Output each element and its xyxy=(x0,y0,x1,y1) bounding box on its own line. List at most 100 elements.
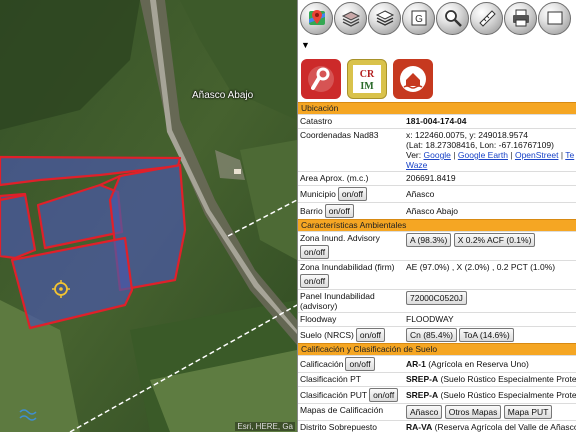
map-attribution: Esri, HERE, Ga xyxy=(235,422,295,431)
soil-toa-button[interactable]: ToA (14.6%) xyxy=(459,328,514,342)
soil-cn-button[interactable]: Cn (85.4%) xyxy=(406,328,457,342)
section-environment-header: Características Ambientales xyxy=(298,219,576,231)
layers-icon xyxy=(375,10,394,26)
municipio-value: Añasco xyxy=(406,189,435,199)
flood-zone-x-button[interactable]: X 0.2% ACF (0.1%) xyxy=(453,233,536,247)
link-google-earth[interactable]: Google Earth xyxy=(458,150,508,160)
row-distrito: Distrito Sobrepuesto RA-VA (Reserva Agrí… xyxy=(298,420,576,432)
coords-label: Coordenadas Nad83 xyxy=(300,130,379,140)
clasificacion-put-toggle-button[interactable]: on/off xyxy=(369,388,399,402)
flood-firm-value: AE (97.0%) , X (2.0%) , 0.2 PCT (1.0%) xyxy=(406,262,556,272)
row-barrio: Barrio on/off Añasco Abajo xyxy=(298,202,576,219)
globe-icon: G xyxy=(411,10,426,26)
coords-ver-label: Ver: xyxy=(406,150,422,160)
satellite-imagery xyxy=(0,0,297,432)
svg-text:G: G xyxy=(415,14,423,25)
toolbar: G xyxy=(298,0,576,36)
row-clasificacion-put: Clasificación PUT on/off SREP-A (Suelo R… xyxy=(298,386,576,403)
map-view[interactable]: Añasco Abajo Esri, HERE, Ga xyxy=(0,0,297,432)
distrito-code: RA-VA xyxy=(406,422,433,432)
clasificacion-pt-desc: (Suelo Rústico Especialmente Prote xyxy=(440,374,576,384)
soil-label: Suelo (NRCS) xyxy=(300,330,354,340)
mapa-put-button[interactable]: Mapa PUT xyxy=(503,405,553,419)
panel-value-button[interactable]: 72000C0520J xyxy=(406,291,467,305)
distrito-desc: (Reserva Agrícola del Valle de Añasco) xyxy=(434,422,576,432)
svg-text:CR: CR xyxy=(360,69,375,80)
link-te[interactable]: Te xyxy=(565,150,574,160)
flood-button[interactable] xyxy=(393,59,433,99)
street-view-icon xyxy=(308,66,334,92)
layers-button[interactable] xyxy=(368,1,401,35)
municipio-toggle-button[interactable]: on/off xyxy=(337,187,368,201)
link-google[interactable]: Google xyxy=(424,150,451,160)
flood-zone-a-button[interactable]: A (98.3%) xyxy=(406,233,452,247)
map-pin-icon xyxy=(308,10,325,25)
floodway-value: FLOODWAY xyxy=(406,314,454,324)
barrio-label: Barrio xyxy=(300,206,323,216)
google-earth-button[interactable]: G xyxy=(402,1,435,35)
svg-text:IM: IM xyxy=(360,81,374,92)
flood-firm-label: Zona Inundabilidad (firm) xyxy=(300,262,395,272)
clasificacion-put-desc: (Suelo Rústico Especialmente Prote xyxy=(440,390,576,400)
barrio-value: Añasco Abajo xyxy=(406,206,458,216)
row-coordinates: Coordenadas Nad83 x: 122460.0075, y: 249… xyxy=(298,128,576,170)
flood-firm-toggle-button[interactable]: on/off xyxy=(300,274,330,288)
row-municipio: Municipio on/off Añasco xyxy=(298,185,576,202)
ruler-icon xyxy=(478,10,496,27)
municipio-label: Municipio xyxy=(300,189,336,199)
section-location-header: Ubicación xyxy=(298,102,576,114)
link-openstreet[interactable]: OpenStreet xyxy=(515,150,558,160)
panel-label: Panel Inundabilidad (advisory) xyxy=(300,291,375,311)
mapas-label: Mapas de Calificación xyxy=(300,405,384,415)
row-catastro: Catastro 181-004-174-04 xyxy=(298,114,576,128)
row-soil: Suelo (NRCS) on/off Cn (85.4%) ToA (14.6… xyxy=(298,326,576,343)
row-flood-advisory: Zona Inund. Advisory on/off A (98.3%) X … xyxy=(298,231,576,260)
row-area: Area Aprox. (m.c.) 206691.8419 xyxy=(298,171,576,185)
catastro-value: 181-004-174-04 xyxy=(406,116,467,126)
clasificacion-pt-code: SREP-A xyxy=(406,374,439,384)
crim-logo-icon: CR IM xyxy=(353,65,381,93)
distrito-label: Distrito Sobrepuesto xyxy=(300,422,378,432)
barrio-toggle-button[interactable]: on/off xyxy=(324,204,354,218)
measure-button[interactable] xyxy=(470,1,503,35)
row-floodway: Floodway FLOODWAY xyxy=(298,312,576,326)
street-view-button[interactable] xyxy=(301,59,341,99)
row-calificacion: Calificación on/off AR-1 (Agrícola en Re… xyxy=(298,355,576,372)
search-icon xyxy=(444,10,462,27)
coords-latlon: (Lat: 18.27308416, Lon: -67.16767109) xyxy=(406,140,554,150)
print-button[interactable] xyxy=(504,1,537,35)
link-waze[interactable]: Waze xyxy=(406,160,427,170)
section-zoning-header: Calificación y Clasificación de Suelo xyxy=(298,343,576,355)
quick-actions: CR IM xyxy=(298,56,576,102)
row-mapas: Mapas de Calificación Añasco Otros Mapas… xyxy=(298,403,576,420)
clasificacion-put-label: Clasificación PUT xyxy=(300,390,368,400)
google-maps-button[interactable] xyxy=(300,1,333,35)
layers-icon xyxy=(341,11,360,27)
clasificacion-pt-label: Clasificación PT xyxy=(300,374,361,384)
clasificacion-put-code: SREP-A xyxy=(406,390,439,400)
crim-button[interactable]: CR IM xyxy=(347,59,387,99)
calificacion-toggle-button[interactable]: on/off xyxy=(345,357,375,371)
otros-mapas-button[interactable]: Otros Mapas xyxy=(444,405,502,419)
info-panel: G ▼ CR IM Ubicación Catastro 181-004-174… xyxy=(297,0,576,432)
row-flood-firm: Zona Inundabilidad (firm) on/off AE (97.… xyxy=(298,260,576,289)
mapa-anasco-button[interactable]: Añasco xyxy=(406,405,443,419)
flood-advisory-toggle-button[interactable]: on/off xyxy=(300,245,330,259)
search-button[interactable] xyxy=(436,1,469,35)
house-flood-icon xyxy=(400,66,426,92)
flood-advisory-label: Zona Inund. Advisory xyxy=(300,233,380,243)
dropdown-caret-icon[interactable]: ▼ xyxy=(301,40,310,50)
catastro-label: Catastro xyxy=(300,116,333,126)
area-label: Area Aprox. (m.c.) xyxy=(300,173,369,183)
printer-icon xyxy=(512,9,529,27)
soil-toggle-button[interactable]: on/off xyxy=(355,328,385,342)
floodway-label: Floodway xyxy=(300,314,337,324)
more-button[interactable] xyxy=(538,1,571,35)
more-icon xyxy=(547,11,562,25)
coords-xy: x: 122460.0075, y: 249018.9574 xyxy=(406,130,528,140)
area-value: 206691.8419 xyxy=(406,173,456,183)
row-clasificacion-pt: Clasificación PT SREP-A (Suelo Rústico E… xyxy=(298,372,576,386)
calificacion-code: AR-1 xyxy=(406,359,426,369)
row-panel: Panel Inundabilidad (advisory) 72000C052… xyxy=(298,289,576,312)
basemap-button[interactable] xyxy=(334,1,367,35)
